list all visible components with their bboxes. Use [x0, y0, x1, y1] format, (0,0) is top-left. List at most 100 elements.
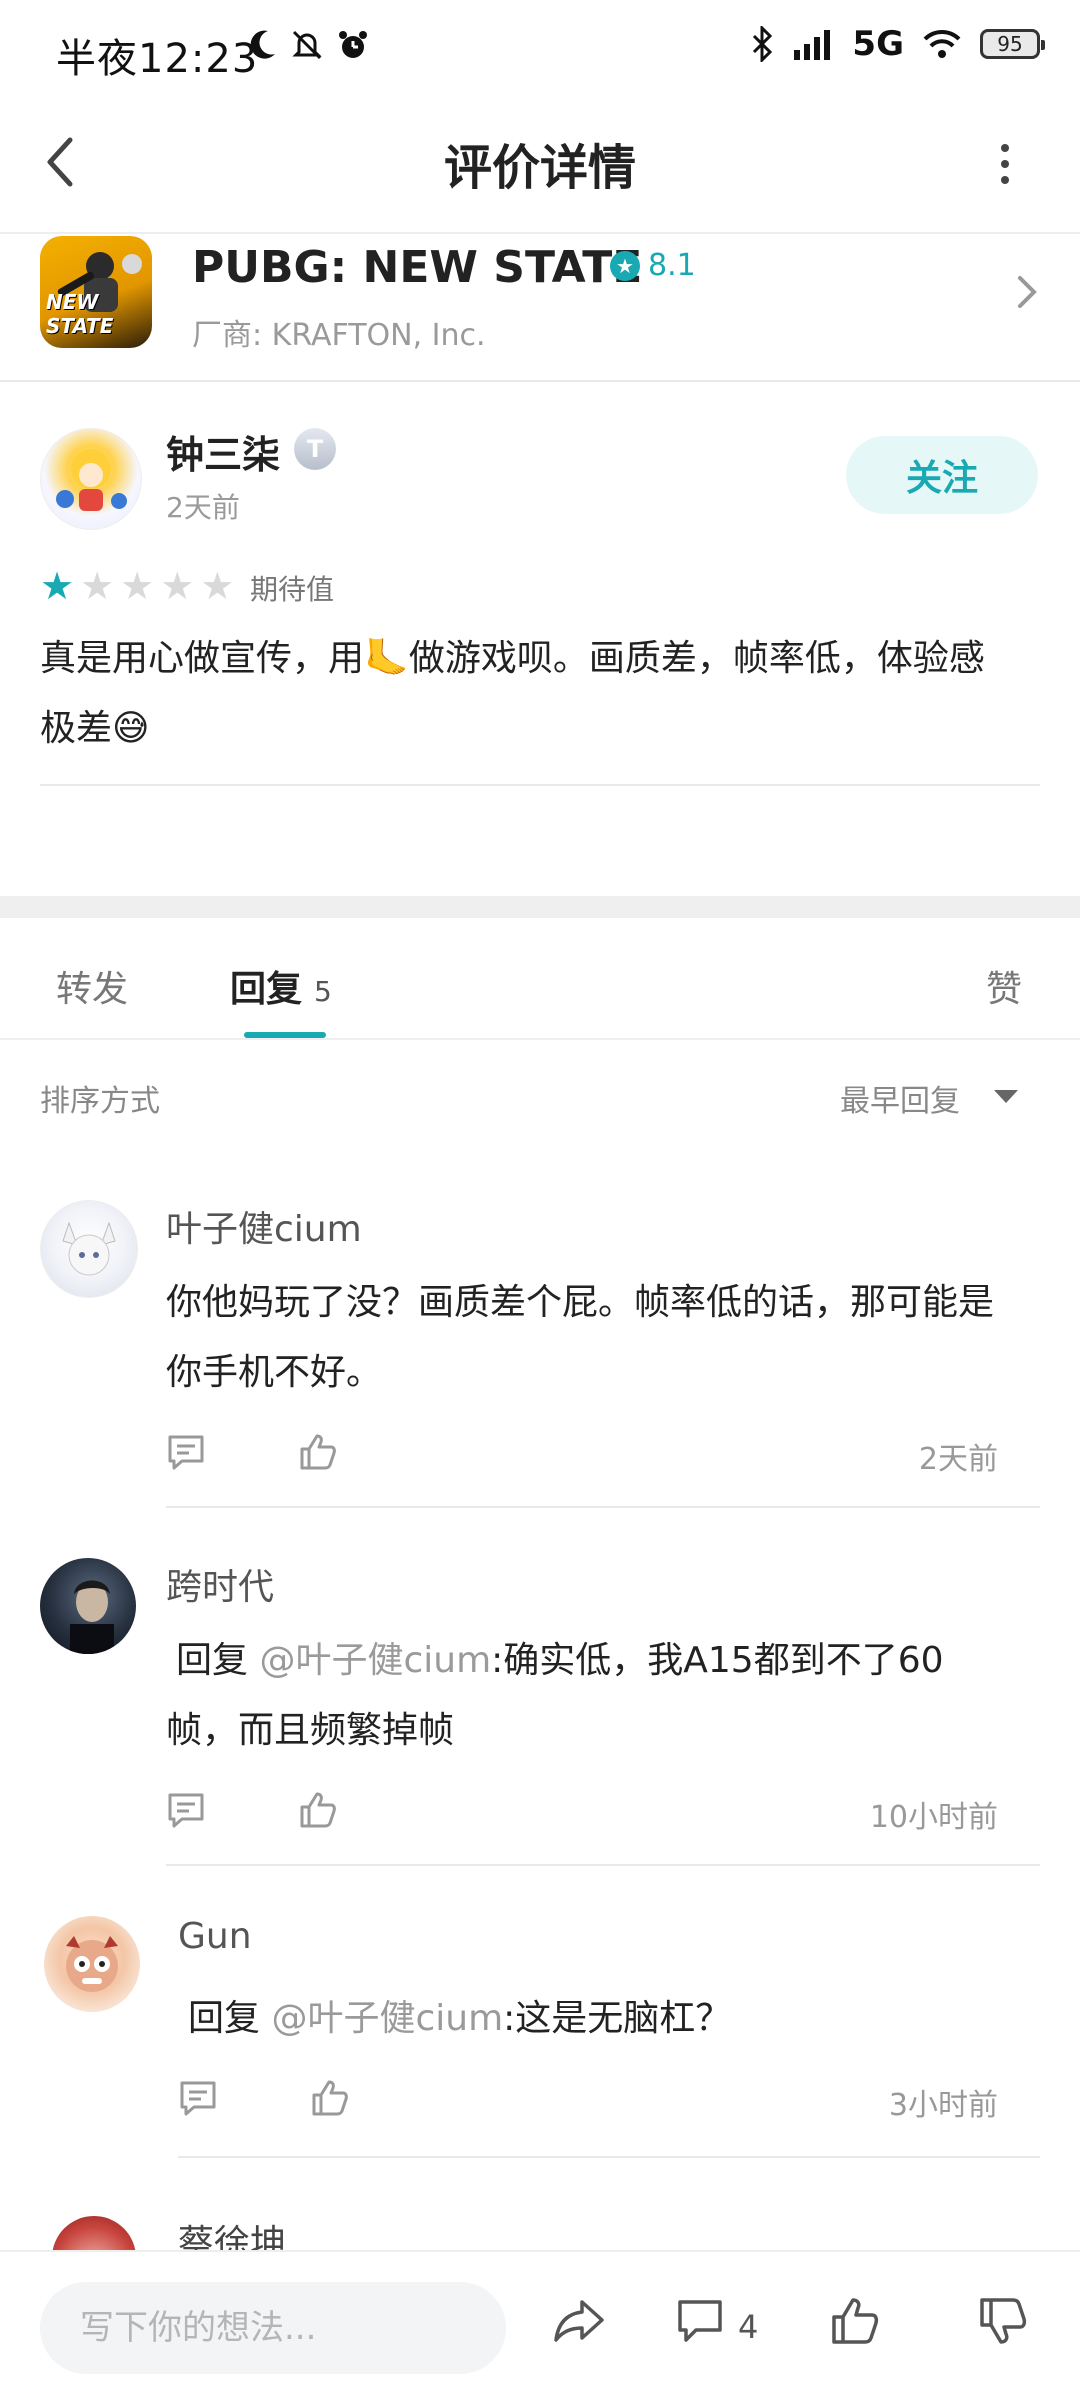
comment-icon [168, 1435, 204, 1470]
mute-bell-icon [292, 30, 322, 60]
app-rating: ★ 8.1 [610, 248, 696, 283]
dislike-button[interactable] [978, 2296, 1028, 2350]
comment-button[interactable] [166, 1790, 206, 1830]
like-button[interactable] [830, 2296, 880, 2350]
divider [166, 1864, 1040, 1866]
like-button[interactable] [310, 2078, 350, 2118]
reply-item: Gun 回复 @叶子健cium:这是无脑杠？ 3小时前 [0, 1916, 1080, 2166]
thumbs-up-icon [832, 2298, 879, 2344]
rating-label: 期待值 [250, 573, 335, 606]
app-vendor: 厂商: KRAFTON, Inc. [192, 318, 486, 353]
level-badge: T [294, 428, 336, 470]
reply-text: 回复 @叶子健cium:确实低，我A15都到不了60 帧，而且频繁掉帧 [166, 1626, 1056, 1766]
mention-link[interactable]: @叶子健cium [271, 1998, 503, 2039]
rating-stars: ★ ★ ★ ★ ★ [40, 566, 234, 606]
star-icon-filled: ★ [40, 564, 75, 608]
reply-time: 3小时前 [888, 2088, 998, 2123]
tab-reply-count: 5 [314, 975, 332, 1008]
chevron-right-icon [1018, 276, 1037, 308]
divider [178, 2156, 1040, 2158]
app-name: PUBG: NEW STATE [192, 242, 643, 293]
reply-avatar[interactable] [40, 1558, 136, 1654]
share-button[interactable] [552, 2296, 606, 2350]
reply-author[interactable]: 叶子健cium [166, 1200, 362, 1252]
top-nav-bar: 评价详情 [0, 100, 1080, 234]
review-text-line-2: 极差😅 [40, 708, 150, 749]
alarm-icon [339, 31, 367, 58]
comment-button[interactable] [166, 1432, 206, 1472]
reply-text-rest: :这是无脑杠？ [503, 1998, 732, 2039]
tab-reply[interactable]: 回复 5 [230, 960, 332, 1012]
signal-icon [794, 30, 831, 60]
thumbs-up-icon [300, 1434, 336, 1470]
active-tab-indicator [244, 1032, 326, 1038]
bluetooth-icon [753, 26, 773, 62]
review-text: 真是用心做宣传，用🦶做游戏呗。画质差，帧率低，体验感 极差😅 [40, 624, 1040, 764]
status-time: 半夜12:23 [56, 36, 259, 82]
status-bar: 半夜12:23 5G 95 [0, 0, 1080, 100]
reply-avatar[interactable] [44, 1916, 140, 2012]
thumbs-down-icon [980, 2298, 1027, 2344]
reply-actions [166, 1790, 338, 1830]
app-icon-label: NEW STATE [46, 290, 114, 338]
reply-time: 2天前 [918, 1442, 998, 1477]
reply-text: 你他妈玩了没？画质差个屁。帧率低的话，那可能是 你手机不好。 [166, 1268, 1046, 1408]
reply-text-rest: :确实低，我A15都到不了60 [491, 1640, 944, 1681]
mention-link[interactable]: @叶子健cium [259, 1640, 491, 1681]
reply-text: 回复 @叶子健cium:这是无脑杠？ [188, 1984, 1068, 2054]
page-title: 评价详情 [443, 140, 636, 196]
reply-author[interactable]: Gun [178, 1916, 252, 1957]
reply-actions [166, 1432, 338, 1472]
like-button[interactable] [298, 1790, 338, 1830]
wifi-icon [923, 29, 961, 58]
app-card[interactable]: NEW STATE PUBG: NEW STATE ★ 8.1 厂商: KRAF… [0, 234, 1080, 382]
reply-author[interactable]: 蔡徐坤 [178, 2214, 286, 2250]
reply-prefix: 回复 [188, 1998, 272, 2039]
review-time: 2天前 [166, 491, 240, 524]
caret-down-icon[interactable] [994, 1090, 1018, 1103]
reviewer-name[interactable]: 钟三柒 [166, 424, 280, 479]
comment-count: 4 [738, 2308, 759, 2346]
thumbs-up-icon [300, 1792, 336, 1828]
reply-item: 叶子健cium 你他妈玩了没？画质差个屁。帧率低的话，那可能是 你手机不好。 2… [0, 1200, 1080, 1510]
app-rating-value: 8.1 [648, 248, 696, 283]
tab-like[interactable]: 赞 [986, 960, 1022, 1012]
reply-item: 蔡徐坤 [0, 2210, 1080, 2250]
reply-actions [178, 2078, 350, 2118]
section-separator [0, 896, 1080, 918]
rating-star-icon: ★ [610, 250, 640, 281]
sort-dropdown[interactable]: 最早回复 [840, 1076, 960, 1120]
reviewer-avatar-art [56, 449, 127, 511]
reply-prefix: 回复 [176, 1640, 260, 1681]
moon-icon [250, 30, 275, 59]
comments-button[interactable] [676, 2296, 724, 2350]
status-icons-right: 5G 95 [750, 24, 1045, 64]
battery-indicator: 95 [980, 29, 1045, 59]
follow-button[interactable]: 关注 [846, 436, 1038, 514]
app-icon: NEW STATE [40, 236, 152, 348]
like-button[interactable] [298, 1432, 338, 1472]
review-text-line-1: 真是用心做宣传，用🦶做游戏呗。画质差，帧率低，体验感 [40, 638, 985, 679]
sort-row: 排序方式 最早回复 [0, 1040, 1080, 1150]
reply-text-line-2: 帧，而且频繁掉帧 [166, 1710, 455, 1751]
tab-forward[interactable]: 转发 [56, 960, 128, 1012]
reply-text-line-1: 你他妈玩了没？画质差个屁。帧率低的话，那可能是 [166, 1282, 995, 1323]
comment-icon [180, 2081, 216, 2116]
star-icon-empty: ★ [160, 564, 195, 608]
star-icon-empty: ★ [80, 564, 115, 608]
divider [166, 1506, 1040, 1508]
comment-input[interactable]: 写下你的想法... [40, 2282, 506, 2374]
reply-text-line-2: 你手机不好。 [166, 1352, 383, 1393]
reply-author[interactable]: 跨时代 [166, 1558, 274, 1610]
star-icon-empty: ★ [120, 564, 155, 608]
reply-avatar[interactable] [52, 2216, 136, 2250]
more-button[interactable] [990, 138, 1020, 198]
share-icon [554, 2300, 604, 2342]
reviewer-avatar[interactable] [40, 428, 142, 530]
comment-icon [168, 1793, 204, 1828]
sort-label: 排序方式 [40, 1084, 160, 1119]
reply-avatar-art [70, 1580, 114, 1654]
comment-button[interactable] [178, 2078, 218, 2118]
reply-avatar[interactable] [40, 1200, 138, 1298]
network-type: 5G [852, 24, 904, 64]
